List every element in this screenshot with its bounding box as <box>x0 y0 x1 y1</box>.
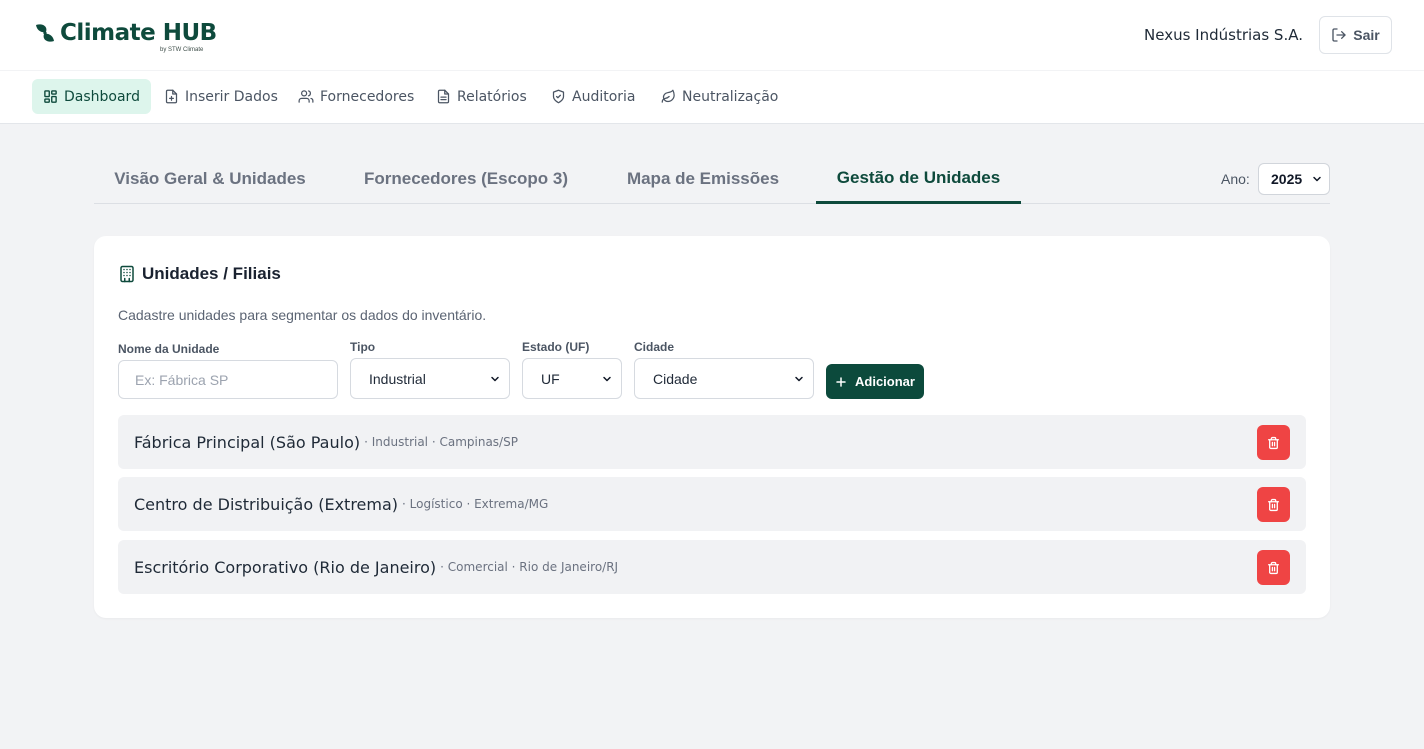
delete-unit-button[interactable] <box>1257 425 1290 460</box>
year-select[interactable]: 2025 <box>1258 163 1330 195</box>
delete-unit-button[interactable] <box>1257 550 1290 585</box>
unit-row-meta: · Logístico · Extrema/MG <box>402 497 549 511</box>
file-text-icon <box>437 89 450 104</box>
nav-label: Neutralização <box>682 88 779 105</box>
unit-row: Fábrica Principal (São Paulo) · Industri… <box>118 415 1306 469</box>
unit-row: Centro de Distribuição (Extrema) · Logís… <box>118 477 1306 531</box>
building-icon <box>120 265 134 283</box>
nav-item-auditoria[interactable]: Auditoria <box>540 79 647 114</box>
unit-type-select[interactable]: Industrial <box>350 358 510 399</box>
trash-icon <box>1267 561 1280 574</box>
card-title-text: Unidades / Filiais <box>142 264 281 283</box>
nav-item-fornecedores[interactable]: Fornecedores <box>287 79 425 114</box>
year-label: Ano: <box>1221 171 1250 187</box>
layout-grid-icon <box>44 90 57 103</box>
unit-row-name: Escritório Corporativo (Rio de Janeiro) <box>134 557 437 577</box>
unit-type-value: Industrial <box>369 370 426 387</box>
nav-item-inserir-dados[interactable]: Inserir Dados <box>153 79 289 114</box>
nav-item-dashboard[interactable]: Dashboard <box>32 79 151 114</box>
unit-name-input[interactable]: Ex: Fábrica SP <box>118 360 338 399</box>
unit-row-meta: · Industrial · Campinas/SP <box>364 435 518 449</box>
units-card: Unidades / Filiais Cadastre unidades par… <box>94 236 1330 618</box>
chevron-down-icon <box>1313 176 1321 182</box>
brand-tagline: by STW Climate <box>160 47 204 53</box>
logout-label: Sair <box>1353 27 1380 43</box>
unit-city-select[interactable]: Cidade <box>634 358 814 399</box>
unit-row: Escritório Corporativo (Rio de Janeiro) … <box>118 540 1306 594</box>
unit-row-meta: · Comercial · Rio de Janeiro/RJ <box>440 560 619 574</box>
unit-city-value: Cidade <box>653 370 698 387</box>
brand-logo[interactable]: Climate HUB by STW Climate <box>34 19 217 53</box>
card-title: Unidades / Filiais <box>118 264 281 284</box>
chevron-down-icon <box>795 376 803 382</box>
unit-state-label: Estado (UF) <box>522 340 590 354</box>
chevron-down-icon <box>603 376 611 382</box>
unit-state-value: UF <box>541 370 560 387</box>
delete-unit-button[interactable] <box>1257 487 1290 522</box>
tab-gestao-unidades[interactable]: Gestão de Unidades <box>816 155 1021 204</box>
nav-label: Fornecedores <box>320 88 415 105</box>
unit-type-label: Tipo <box>350 340 376 354</box>
unit-row-name: Fábrica Principal (São Paulo) <box>134 432 361 452</box>
nav-label: Dashboard <box>64 88 140 105</box>
chevron-down-icon <box>491 376 499 382</box>
nav-item-relatorios[interactable]: Relatórios <box>425 79 538 114</box>
logout-button[interactable]: Sair <box>1319 16 1392 54</box>
trash-icon <box>1267 498 1280 511</box>
unit-city-label: Cidade <box>634 340 675 354</box>
log-out-icon <box>1332 28 1346 42</box>
top-bar: Climate HUB by STW Climate Nexus Indústr… <box>0 0 1424 70</box>
trash-icon <box>1267 436 1280 449</box>
climate-hub-logo-icon <box>36 24 54 42</box>
nav-label: Relatórios <box>457 88 527 105</box>
unit-name-label: Nome da Unidade <box>118 342 220 356</box>
plus-icon <box>836 376 846 387</box>
company-name: Nexus Indústrias S.A. <box>1144 26 1303 44</box>
shield-icon <box>552 89 565 104</box>
unit-row-name: Centro de Distribuição (Extrema) <box>134 494 399 514</box>
nav-item-neutralizacao[interactable]: Neutralização <box>650 79 789 114</box>
main-nav: Dashboard Inserir Dados Fornecedores Rel… <box>0 71 1424 124</box>
section-tabs: Visão Geral & Unidades Fornecedores (Esc… <box>94 155 1330 204</box>
brand-name: Climate HUB <box>60 20 217 46</box>
year-value: 2025 <box>1271 171 1303 187</box>
file-plus-icon <box>165 89 178 104</box>
users-icon <box>298 90 314 103</box>
card-description: Cadastre unidades para segmentar os dado… <box>118 307 487 323</box>
tab-fornecedores[interactable]: Fornecedores (Escopo 3) <box>346 155 586 203</box>
unit-state-select[interactable]: UF <box>522 358 622 399</box>
add-unit-label: Adicionar <box>855 374 915 389</box>
tab-visao-geral[interactable]: Visão Geral & Unidades <box>94 155 326 203</box>
add-unit-button[interactable]: Adicionar <box>826 364 924 399</box>
nav-label: Auditoria <box>572 88 636 105</box>
leaf-icon <box>661 89 675 103</box>
tab-mapa-emissoes[interactable]: Mapa de Emissões <box>608 155 798 203</box>
nav-label: Inserir Dados <box>185 88 278 105</box>
